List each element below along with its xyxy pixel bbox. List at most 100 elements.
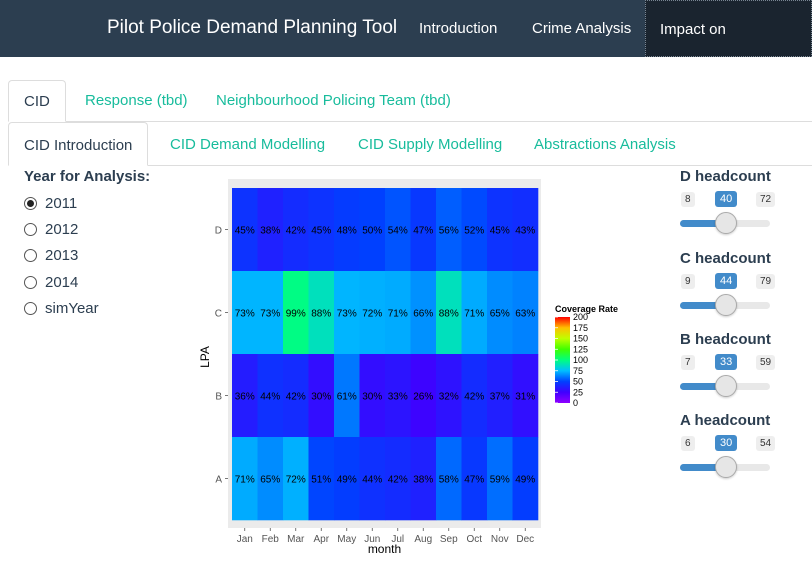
x-tick-label: Oct <box>466 534 482 545</box>
slider-value: 44 <box>715 273 738 289</box>
radio-2012[interactable]: 2012 <box>24 219 78 239</box>
slider-title: A headcount <box>680 412 771 429</box>
cell-label: 51% <box>311 475 331 486</box>
cell-label: 32% <box>439 392 459 403</box>
nav-crime-analysis[interactable]: Crime Analysis <box>532 0 631 57</box>
radio-2013[interactable]: 2013 <box>24 245 78 265</box>
slider-min: 9 <box>681 274 695 289</box>
y-tick-label: C <box>215 309 222 320</box>
slider-handle[interactable] <box>715 294 737 316</box>
cell-label: 47% <box>413 226 433 237</box>
nav-impact-on-resources[interactable]: Impact on Resources <box>645 0 812 95</box>
radio-icon[interactable] <box>24 275 37 289</box>
cell-label: 65% <box>260 475 280 486</box>
radio-icon[interactable] <box>24 196 37 210</box>
cell-label: 65% <box>490 309 510 320</box>
tab-neighbourhood-policing[interactable]: Neighbourhood Policing Team (tbd) <box>216 92 451 109</box>
cell-label: 71% <box>235 475 255 486</box>
cell-label: 33% <box>388 392 408 403</box>
cell-label: 66% <box>413 309 433 320</box>
cell-label: 45% <box>311 226 331 237</box>
radio-icon[interactable] <box>24 248 37 262</box>
cell-label: 48% <box>337 226 357 237</box>
coverage-heatmap: 45% 38% 42% 45% 48% 50% 54% 47% 56% 52% 45% 43% 73% 7… <box>195 176 635 562</box>
cell-label: 54% <box>388 226 408 237</box>
tab-abstractions-analysis[interactable]: Abstractions Analysis <box>534 136 676 153</box>
slider-min: 6 <box>681 436 695 451</box>
cell-label: 50% <box>362 226 382 237</box>
x-tick-label: Dec <box>516 534 534 545</box>
radio-simyear[interactable]: simYear <box>24 298 99 318</box>
radio-label: simYear <box>45 299 99 317</box>
slider-value: 40 <box>715 191 738 207</box>
cell-label: 42% <box>286 226 306 237</box>
radio-label: 2014 <box>45 273 79 291</box>
y-axis-label: LPA <box>198 346 212 368</box>
top-tabs: CID Response (tbd) Neighbourhood Policin… <box>8 80 812 122</box>
legend-tick-label: 25 <box>573 387 583 397</box>
cell-label: 42% <box>464 392 484 403</box>
app-title: Pilot Police Demand Planning Tool <box>107 17 398 38</box>
radio-icon[interactable] <box>24 301 37 315</box>
radio-icon[interactable] <box>24 222 37 236</box>
cell-label: 45% <box>490 226 510 237</box>
cell-label: 88% <box>311 309 331 320</box>
slider-min: 8 <box>681 192 695 207</box>
tab-cid[interactable]: CID <box>8 80 66 122</box>
tab-cid-supply-modelling[interactable]: CID Supply Modelling <box>358 136 502 153</box>
cell-label: 88% <box>439 309 459 320</box>
slider-value: 33 <box>715 354 738 370</box>
slider-d-headcount: D headcount 8 72 40 <box>680 168 810 248</box>
slider-handle[interactable] <box>715 212 737 234</box>
legend-tick-label: 100 <box>573 355 588 365</box>
y-tick-label: A <box>215 475 222 486</box>
cell-label: 42% <box>388 475 408 486</box>
cell-label: 73% <box>260 309 280 320</box>
cell-label: 72% <box>362 309 382 320</box>
cell-label: 71% <box>388 309 408 320</box>
slider-max: 54 <box>756 436 776 451</box>
sub-tabs: CID Introduction CID Demand Modelling CI… <box>8 122 812 166</box>
cell-label: 30% <box>311 392 331 403</box>
cell-label: 56% <box>439 226 459 237</box>
cell-label: 26% <box>413 392 433 403</box>
cell-label: 59% <box>490 475 510 486</box>
cell-label: 38% <box>260 226 280 237</box>
tab-cid-demand-modelling[interactable]: CID Demand Modelling <box>170 136 325 153</box>
radio-label: 2013 <box>45 246 79 264</box>
slider-max: 79 <box>756 274 776 289</box>
x-tick-label: Sep <box>440 534 458 545</box>
nav-introduction[interactable]: Introduction <box>419 0 497 57</box>
cell-label: 63% <box>515 309 535 320</box>
radio-2014[interactable]: 2014 <box>24 272 78 292</box>
tab-cid-introduction[interactable]: CID Introduction <box>8 122 149 166</box>
cell-label: 36% <box>235 392 255 403</box>
slider-max: 59 <box>756 355 776 370</box>
cell-label: 45% <box>235 226 255 237</box>
cell-label: 61% <box>337 392 357 403</box>
cell-label: 49% <box>515 475 535 486</box>
x-tick-label: Jan <box>237 534 253 545</box>
radio-label: 2011 <box>45 194 78 212</box>
slider-min: 7 <box>681 355 695 370</box>
x-tick-label: Mar <box>287 534 305 545</box>
cell-label: 71% <box>464 309 484 320</box>
cell-label: 73% <box>235 309 255 320</box>
legend-tick-label: 125 <box>573 344 588 354</box>
year-label: Year for Analysis: <box>24 168 151 185</box>
x-tick-label: Apr <box>313 534 329 545</box>
slider-max: 72 <box>756 192 776 207</box>
radio-label: 2012 <box>45 220 79 238</box>
legend-tick-label: 175 <box>573 323 588 333</box>
cell-label: 43% <box>515 226 535 237</box>
slider-handle[interactable] <box>715 375 737 397</box>
slider-handle[interactable] <box>715 456 737 478</box>
radio-2011[interactable]: 2011 <box>24 193 77 213</box>
cell-label: 30% <box>362 392 382 403</box>
cell-label: 58% <box>439 475 459 486</box>
slider-title: D headcount <box>680 168 771 185</box>
slider-c-headcount: C headcount 9 79 44 <box>680 250 810 330</box>
x-tick-label: Nov <box>491 534 509 545</box>
legend-tick-label: 150 <box>573 334 588 344</box>
tab-response[interactable]: Response (tbd) <box>85 92 188 109</box>
